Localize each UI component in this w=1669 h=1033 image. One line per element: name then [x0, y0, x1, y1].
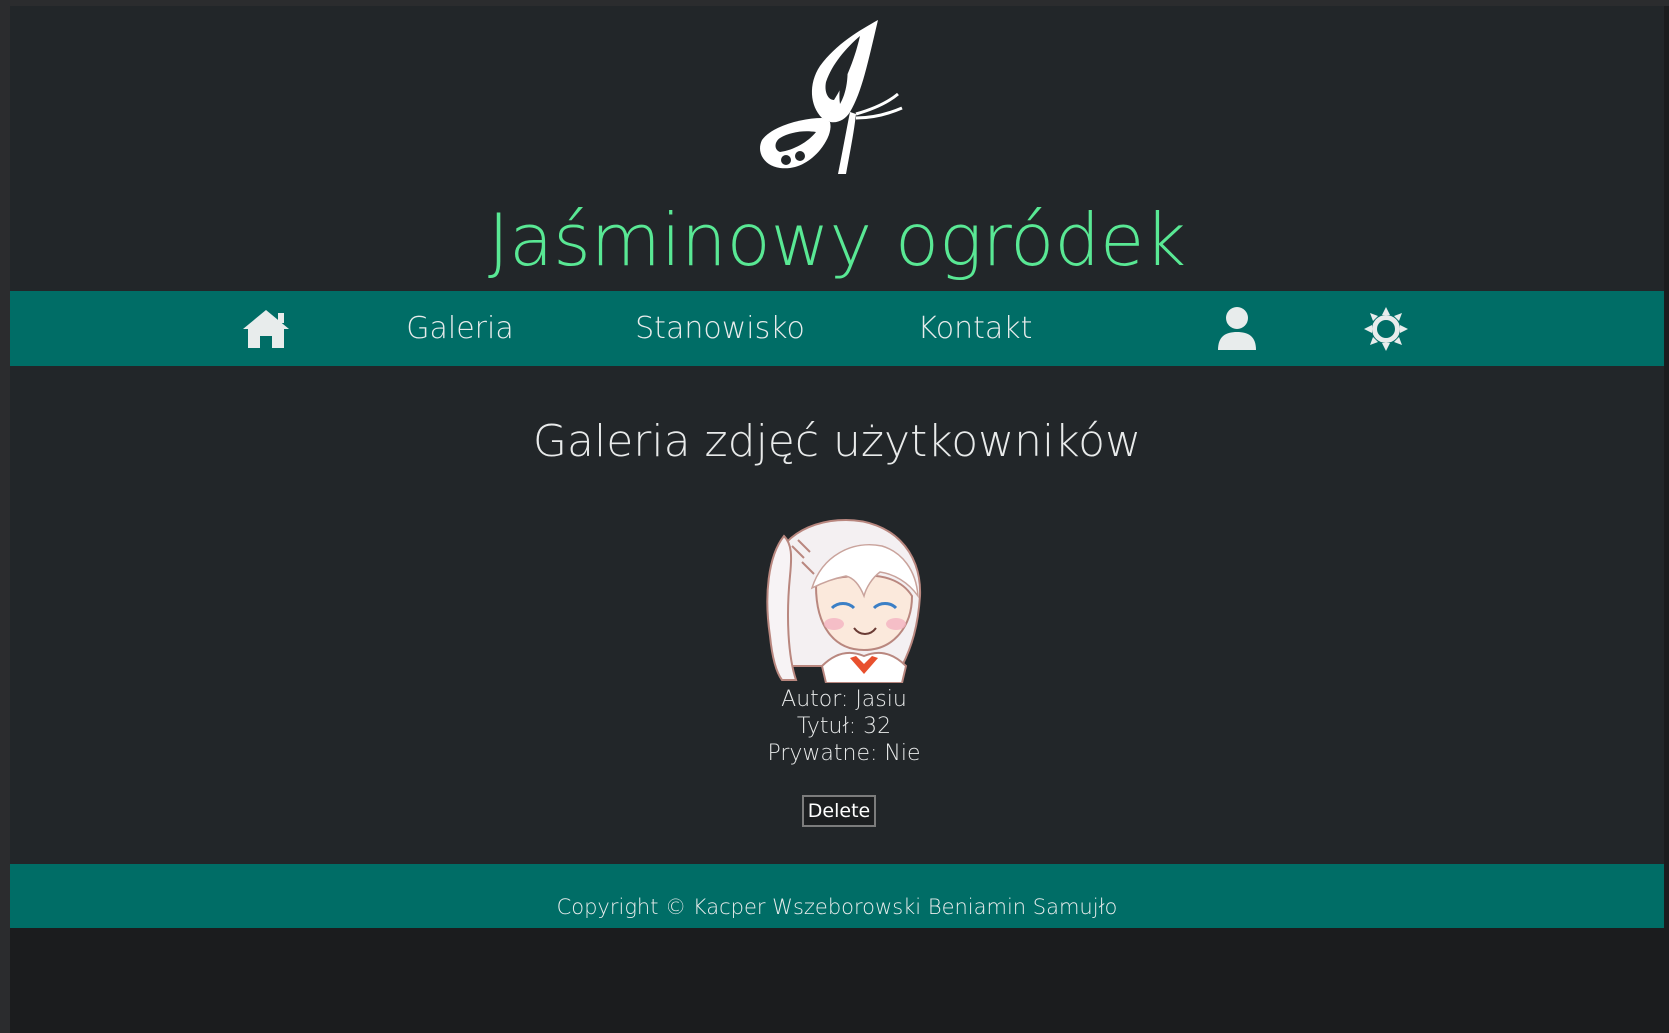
main-nav: Galeria Stanowisko Kontakt — [10, 291, 1664, 366]
gallery-heading: Galeria zdjęć użytkowników — [532, 416, 1142, 467]
delete-button[interactable]: Delete — [802, 795, 876, 827]
site-title: Jaśminowy ogródek — [487, 198, 1187, 282]
photo-author: Autor: Jasiu — [781, 687, 907, 712]
nav-item-galeria[interactable]: Galeria — [390, 291, 530, 366]
user-icon[interactable] — [1215, 291, 1259, 366]
anime-girl-thumbnail[interactable] — [762, 516, 928, 684]
page: Jaśminowy ogródek Galeria Stanowisko Kon… — [10, 6, 1664, 1033]
photo-title: Tytuł: 32 — [796, 714, 892, 739]
content-area: Jaśminowy ogródek Galeria Stanowisko Kon… — [10, 6, 1664, 928]
window-left-border — [0, 0, 10, 1033]
home-icon[interactable] — [240, 291, 292, 366]
sun-icon[interactable] — [1362, 291, 1410, 366]
nav-item-kontakt[interactable]: Kontakt — [890, 291, 1060, 366]
photo-private: Prywatne: Nie — [767, 741, 921, 766]
nav-item-stanowisko[interactable]: Stanowisko — [620, 291, 820, 366]
copyright-text: Copyright © Kacper Wszeborowski Beniamin… — [556, 895, 1118, 919]
butterfly-logo — [750, 14, 925, 184]
footer: Copyright © Kacper Wszeborowski Beniamin… — [10, 864, 1664, 928]
